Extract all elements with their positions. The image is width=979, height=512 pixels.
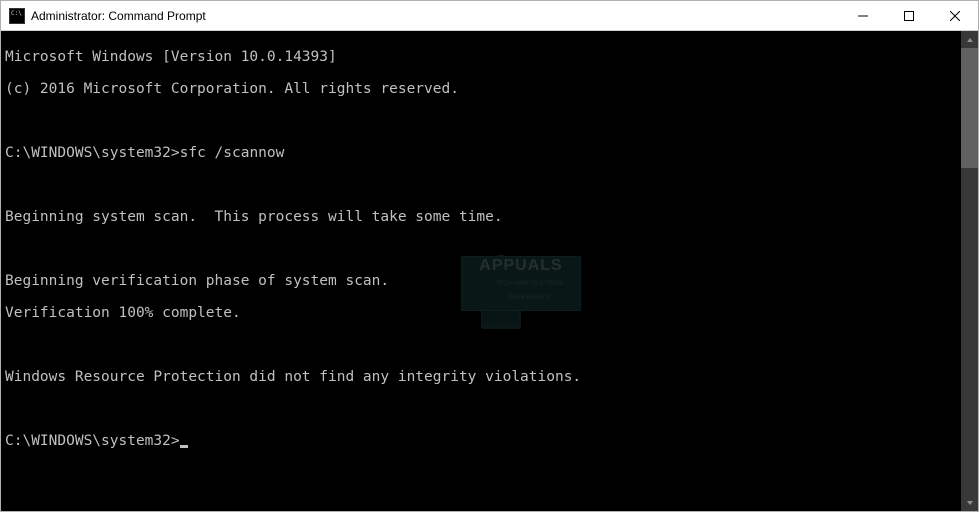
watermark-brand-text: APPUALS bbox=[479, 258, 562, 274]
output-line: Beginning verification phase of system s… bbox=[5, 273, 961, 289]
output-line: Windows Resource Protection did not find… bbox=[5, 369, 961, 385]
prompt: C:\WINDOWS\system32> bbox=[5, 433, 180, 449]
scrollbar-down-button[interactable] bbox=[961, 494, 978, 511]
maximize-button[interactable] bbox=[886, 1, 932, 31]
output-line bbox=[5, 241, 961, 257]
window-title: Administrator: Command Prompt bbox=[31, 9, 840, 23]
output-line: C:\WINDOWS\system32>sfc /scannow bbox=[5, 145, 961, 161]
minimize-button[interactable] bbox=[840, 1, 886, 31]
cursor-icon bbox=[180, 445, 188, 448]
output-line: Beginning system scan. This process will… bbox=[5, 209, 961, 225]
output-line bbox=[5, 401, 961, 417]
console-area: Microsoft Windows [Version 10.0.14393] (… bbox=[1, 31, 978, 511]
console-output[interactable]: Microsoft Windows [Version 10.0.14393] (… bbox=[1, 31, 961, 511]
output-line: Verification 100% complete. bbox=[5, 305, 961, 321]
window-controls bbox=[840, 1, 978, 30]
scrollbar-up-button[interactable] bbox=[961, 31, 978, 48]
command-text: sfc /scannow bbox=[180, 145, 285, 161]
window-titlebar: Administrator: Command Prompt bbox=[1, 1, 978, 31]
output-line bbox=[5, 177, 961, 193]
output-line: (c) 2016 Microsoft Corporation. All righ… bbox=[5, 81, 961, 97]
output-line: C:\WINDOWS\system32> bbox=[5, 433, 961, 449]
output-line bbox=[5, 113, 961, 129]
output-line bbox=[5, 337, 961, 353]
prompt: C:\WINDOWS\system32> bbox=[5, 145, 180, 161]
vertical-scrollbar[interactable] bbox=[961, 31, 978, 511]
close-button[interactable] bbox=[932, 1, 978, 31]
output-line: Microsoft Windows [Version 10.0.14393] bbox=[5, 49, 961, 65]
cmd-icon bbox=[9, 8, 25, 24]
scrollbar-thumb[interactable] bbox=[961, 48, 978, 168]
